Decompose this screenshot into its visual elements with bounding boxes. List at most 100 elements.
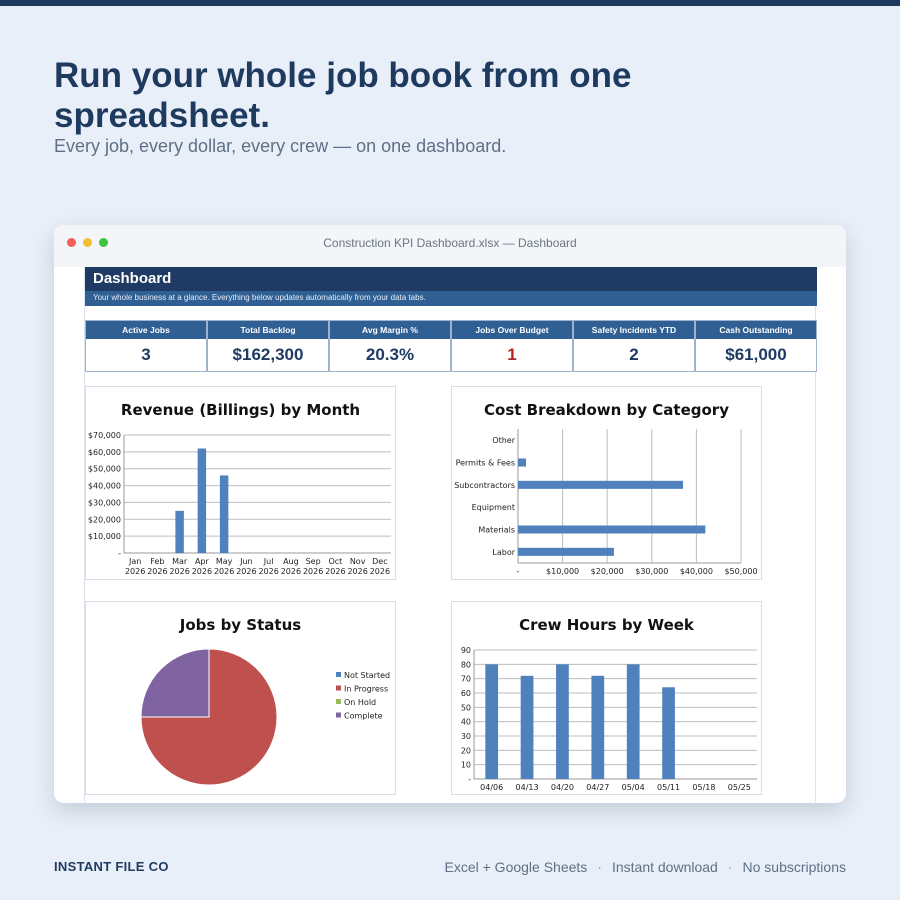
kpi-value: 1: [507, 345, 517, 364]
x-tick-label: Jun: [239, 557, 253, 566]
x-tick-label: 2026: [169, 567, 189, 576]
bar: [219, 475, 229, 553]
footer-separator: ·: [597, 859, 602, 875]
kpi-label: Total Backlog: [208, 321, 328, 339]
kpi-value: 2: [629, 345, 639, 364]
bar: [518, 480, 684, 489]
kpi-value: $162,300: [232, 345, 304, 364]
x-tick-label: 05/11: [657, 783, 680, 792]
y-tick-label: 70: [461, 675, 471, 684]
y-tick-label: $30,000: [88, 498, 121, 507]
kpi-card-avg-margin[interactable]: Avg Margin % 20.3%: [329, 320, 451, 372]
crew-hours-chart-plot: - 10 20 30 40 50 60 70 80 90 04/06 04/13 04/20 04/27 0…: [461, 646, 757, 792]
window-titlebar: Construction KPI Dashboard.xlsx — Dashbo…: [54, 225, 846, 267]
dashboard-subtitle: Your whole business at a glance. Everyth…: [93, 293, 426, 302]
x-tick-label: 2026: [147, 567, 167, 576]
x-tick-label: 2026: [370, 567, 390, 576]
x-tick-label: 04/20: [551, 783, 574, 792]
y-tick-label: Other: [492, 436, 515, 445]
kpi-label: Active Jobs: [86, 321, 206, 339]
x-tick-label: Apr: [195, 557, 210, 566]
hero-headline: Run your whole job book from one spreads…: [54, 56, 632, 135]
kpi-value: 3: [141, 345, 151, 364]
x-tick-label: Oct: [328, 557, 342, 566]
y-tick-label: 90: [461, 646, 471, 655]
y-tick-label: -: [468, 775, 471, 784]
bar: [518, 458, 527, 467]
hero-subheadline: Every job, every dollar, every crew — on…: [54, 136, 507, 156]
x-tick-label: 04/06: [480, 783, 503, 792]
dashboard-title: Dashboard: [93, 270, 172, 287]
bar: [626, 664, 640, 779]
x-tick-label: $30,000: [635, 567, 668, 576]
x-tick-label: 2026: [347, 567, 367, 576]
y-tick-label: Permits & Fees: [456, 459, 515, 468]
y-tick-label: $50,000: [88, 465, 121, 474]
top-accent-bar: [0, 0, 900, 6]
y-tick-label: 50: [461, 703, 471, 712]
x-tick-label: $40,000: [680, 567, 713, 576]
jobs-status-chart-plot: Not Started In Progress On Hold Complete: [140, 648, 390, 786]
cost-breakdown-chart[interactable]: Cost Breakdown by Category - $10,000 $20,0…: [451, 386, 762, 580]
kpi-card-total-backlog[interactable]: Total Backlog $162,300: [207, 320, 329, 372]
x-tick-label: Jan: [128, 557, 141, 566]
bar: [485, 664, 499, 779]
footer-brand: INSTANT FILE CO: [54, 859, 169, 874]
legend-swatch: [336, 712, 341, 718]
y-tick-label: -: [118, 549, 121, 558]
x-tick-label: Jul: [263, 557, 274, 566]
x-tick-label: 05/18: [692, 783, 715, 792]
jobs-status-chart[interactable]: Jobs by Status Not Started In Progress On …: [85, 601, 396, 795]
kpi-label: Cash Outstanding: [696, 321, 816, 339]
footer-separator: ·: [727, 859, 733, 875]
legend-label: In Progress: [344, 685, 388, 694]
x-tick-label: Sep: [306, 557, 321, 566]
kpi-card-cash-outstanding[interactable]: Cash Outstanding $61,000: [695, 320, 817, 372]
bar: [518, 547, 614, 556]
dashboard-sheet: Dashboard Your whole business at a glanc…: [84, 267, 817, 803]
x-tick-label: 2026: [303, 567, 323, 576]
x-tick-label: $50,000: [724, 567, 757, 576]
x-tick-label: 05/04: [622, 783, 645, 792]
x-tick-label: 2026: [192, 567, 212, 576]
legend-label: On Hold: [344, 698, 376, 707]
kpi-value: 20.3%: [365, 345, 415, 364]
x-tick-label: 2026: [125, 567, 145, 576]
window-title: Construction KPI Dashboard.xlsx — Dashbo…: [323, 236, 577, 250]
y-tick-label: 20: [461, 746, 471, 755]
y-tick-label: Labor: [492, 548, 515, 557]
y-tick-label: $20,000: [88, 515, 121, 524]
pie-slice: [140, 648, 210, 718]
kpi-card-jobs-over-budget[interactable]: Jobs Over Budget 1: [451, 320, 573, 372]
legend-label: Complete: [344, 712, 383, 721]
y-tick-label: $60,000: [88, 448, 121, 457]
x-tick-label: 04/27: [586, 783, 609, 792]
x-tick-label: 2026: [258, 567, 278, 576]
kpi-card-active-jobs[interactable]: Active Jobs 3: [85, 320, 207, 372]
y-tick-label: Materials: [478, 526, 515, 535]
revenue-chart-plot: - $10,000 $20,000 $30,000 $40,000 $50,000 $60,…: [88, 431, 391, 576]
x-tick-label: 2026: [236, 567, 256, 576]
x-tick-label: $10,000: [546, 567, 579, 576]
x-tick-label: 2026: [325, 567, 345, 576]
bar: [556, 664, 569, 779]
revenue-chart[interactable]: Revenue (Billings) by Month - $10,000 $20,…: [85, 386, 396, 580]
kpi-card-safety-incidents[interactable]: Safety Incidents YTD 2: [573, 320, 695, 372]
bar: [518, 525, 706, 534]
legend-swatch: [336, 685, 341, 691]
legend-swatch: [336, 699, 341, 704]
x-tick-label: 2026: [281, 567, 301, 576]
x-tick-label: Dec: [372, 557, 387, 566]
footer-feature: No subscriptions: [742, 859, 847, 875]
y-tick-label: $40,000: [88, 482, 121, 491]
crew-hours-chart[interactable]: Crew Hours by Week -10 20 30 40 50 60 70 80 90 04…: [451, 601, 762, 795]
bar: [591, 675, 605, 779]
x-tick-label: $20,000: [591, 567, 624, 576]
y-tick-label: 80: [461, 660, 471, 669]
bar: [520, 675, 534, 779]
cost-breakdown-chart-plot: - $10,000 $20,000 $30,000 $40,000 $50,000 Labo…: [454, 429, 758, 576]
y-tick-label: 30: [461, 732, 471, 741]
footer-feature: Instant download: [611, 859, 718, 875]
x-tick-label: Feb: [150, 557, 164, 566]
x-tick-label: Nov: [350, 557, 366, 566]
